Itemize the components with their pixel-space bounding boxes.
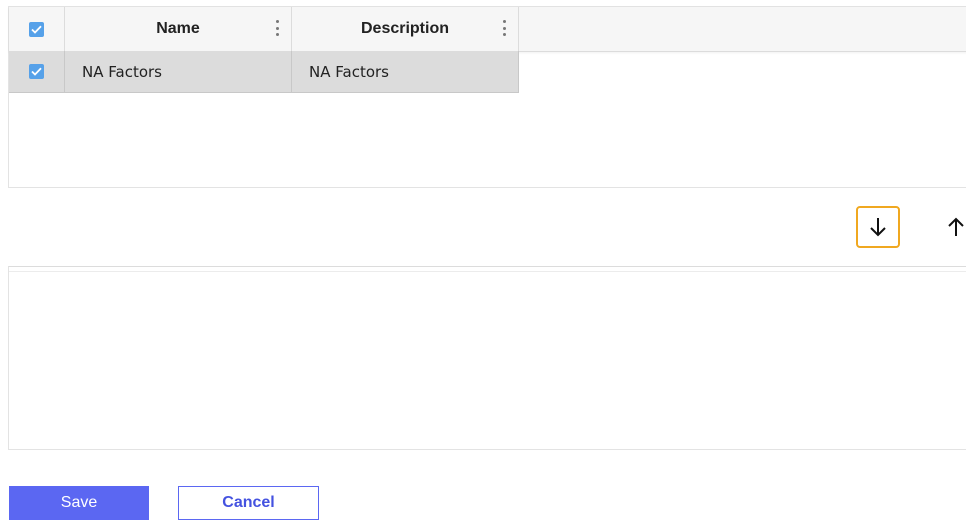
target-list <box>8 266 966 450</box>
arrow-up-icon <box>948 217 964 236</box>
table-row[interactable]: NA Factors NA Factors <box>9 51 519 93</box>
move-down-button[interactable] <box>856 206 900 248</box>
checkmark-icon <box>31 25 42 34</box>
column-header-description[interactable]: Description <box>292 7 519 51</box>
cell-description: NA Factors <box>292 51 519 92</box>
column-header-label: Name <box>156 20 200 37</box>
move-up-button[interactable] <box>936 206 966 248</box>
column-menu-icon[interactable] <box>502 20 506 36</box>
row-checkbox-cell <box>9 51 65 92</box>
source-grid: Name Description NA Factors NA Factors <box>8 6 966 188</box>
cancel-button[interactable]: Cancel <box>178 486 319 520</box>
grid-header: Name Description <box>9 7 966 52</box>
header-checkbox-cell <box>9 7 65 51</box>
cell-name: NA Factors <box>65 51 292 92</box>
divider <box>9 271 966 272</box>
column-header-label: Description <box>360 20 449 37</box>
arrow-down-icon <box>870 218 886 237</box>
select-all-checkbox[interactable] <box>29 21 44 37</box>
save-button[interactable]: Save <box>9 486 149 520</box>
column-header-name[interactable]: Name <box>65 7 292 51</box>
row-checkbox[interactable] <box>29 64 44 79</box>
checkmark-icon <box>31 67 42 76</box>
page: Name Description NA Factors NA Factors S… <box>0 0 966 521</box>
column-menu-icon[interactable] <box>275 20 279 36</box>
